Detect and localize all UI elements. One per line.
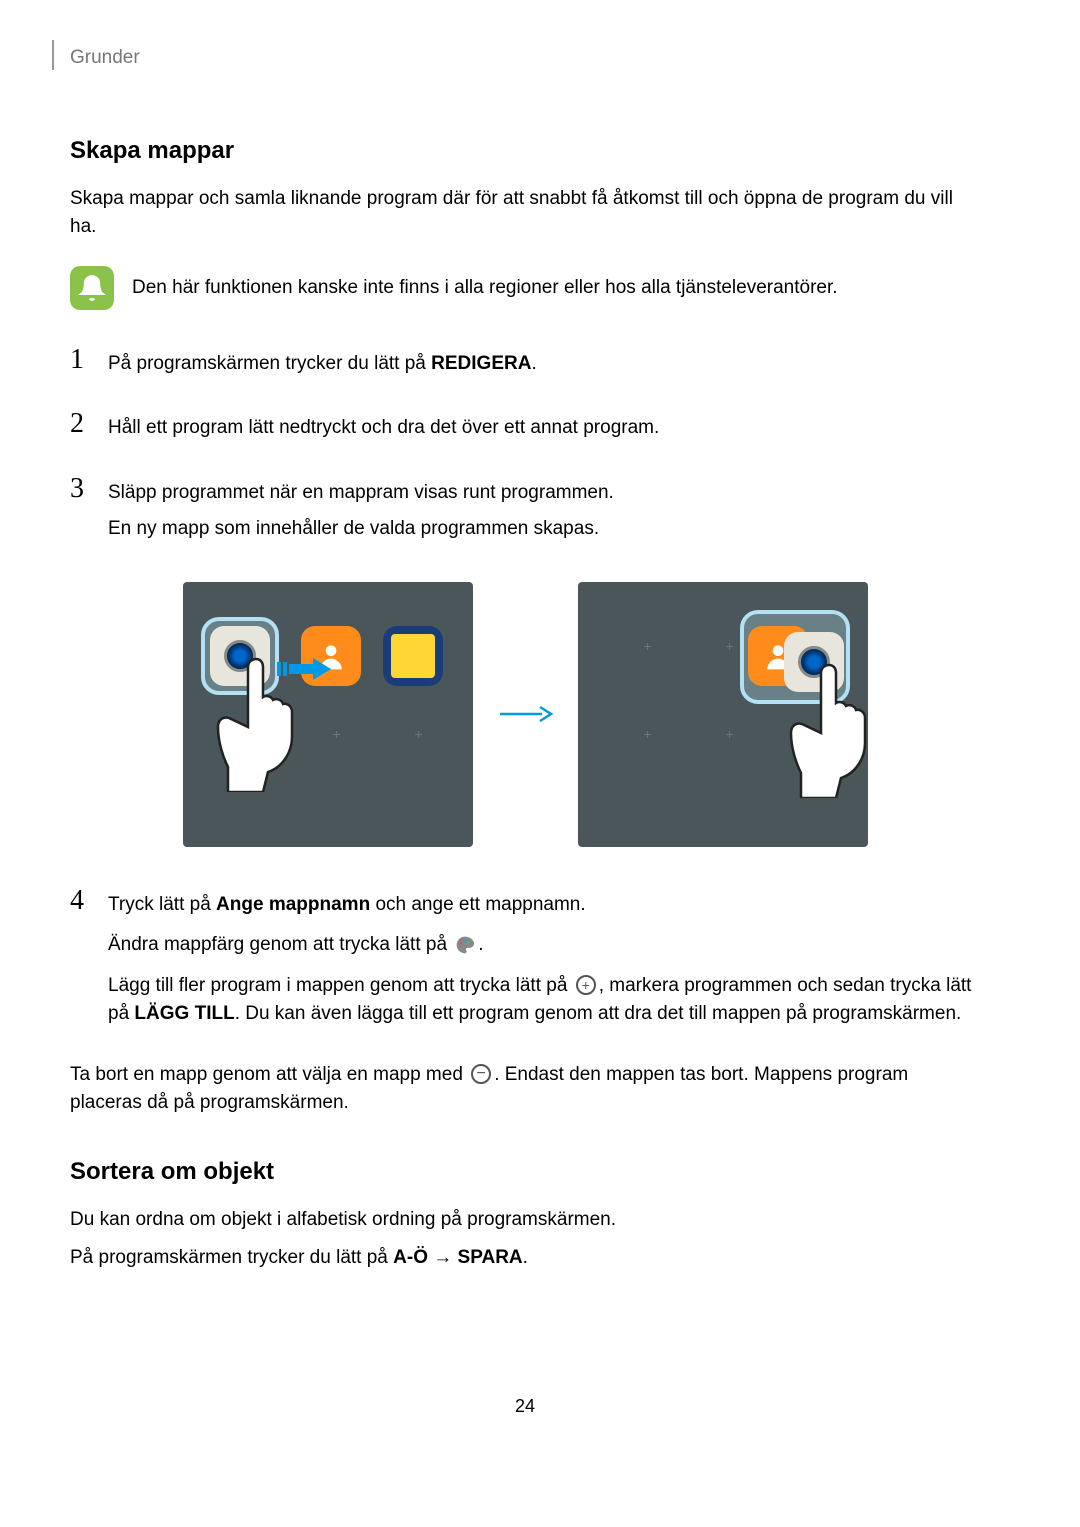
page-number: 24 bbox=[70, 1393, 980, 1420]
intro-paragraph: Skapa mappar och samla liknande program … bbox=[70, 185, 980, 242]
step-3: 3 Släpp programmet när en mappram visas … bbox=[70, 475, 980, 552]
step-2: 2 Håll ett program lätt nedtryckt och dr… bbox=[70, 410, 980, 451]
heading-sortera: Sortera om objekt bbox=[70, 1154, 980, 1190]
plus-circle-icon: + bbox=[575, 974, 597, 996]
minus-circle-icon: − bbox=[470, 1063, 492, 1085]
step-number: 2 bbox=[70, 410, 90, 438]
step-number: 4 bbox=[70, 887, 90, 915]
note-text: Den här funktionen kanske inte finns i a… bbox=[132, 266, 838, 303]
gallery-app-icon bbox=[383, 626, 443, 686]
step-content: Släpp programmet när en mappram visas ru… bbox=[108, 475, 980, 552]
remove-folder-text: Ta bort en mapp genom att välja en mapp … bbox=[70, 1061, 980, 1118]
step-number: 3 bbox=[70, 475, 90, 503]
sort-section: Sortera om objekt Du kan ordna om objekt… bbox=[70, 1154, 980, 1273]
sort-instruction: På programskärmen trycker du lätt på A-Ö… bbox=[70, 1244, 980, 1273]
illustration: + + + + + + + + + bbox=[70, 582, 980, 847]
section-header: Grunder bbox=[70, 40, 980, 73]
step-number: 1 bbox=[70, 346, 90, 374]
camera-app-icon bbox=[784, 632, 844, 692]
camera-app-icon bbox=[210, 626, 270, 686]
step-content: Håll ett program lätt nedtryckt och dra … bbox=[108, 410, 980, 451]
transition-arrow-icon bbox=[498, 704, 553, 724]
tab-marker bbox=[52, 40, 54, 70]
section-name: Grunder bbox=[70, 47, 140, 68]
step-content: Tryck lätt på Ange mappnamn och ange ett… bbox=[108, 887, 980, 1037]
note-callout: Den här funktionen kanske inte finns i a… bbox=[70, 266, 980, 310]
heading-skapa-mappar: Skapa mappar bbox=[70, 133, 980, 169]
step-1: 1 På programskärmen trycker du lätt på R… bbox=[70, 346, 980, 387]
bell-icon bbox=[70, 266, 114, 310]
sort-description: Du kan ordna om objekt i alfabetisk ordn… bbox=[70, 1206, 980, 1235]
screen-after: + + + + + bbox=[578, 582, 868, 847]
drag-arrow-icon bbox=[275, 654, 335, 684]
palette-icon bbox=[454, 934, 476, 956]
screen-before: + + + + bbox=[183, 582, 473, 847]
step-content: På programskärmen trycker du lätt på RED… bbox=[108, 346, 980, 387]
step-4: 4 Tryck lätt på Ange mappnamn och ange e… bbox=[70, 887, 980, 1037]
